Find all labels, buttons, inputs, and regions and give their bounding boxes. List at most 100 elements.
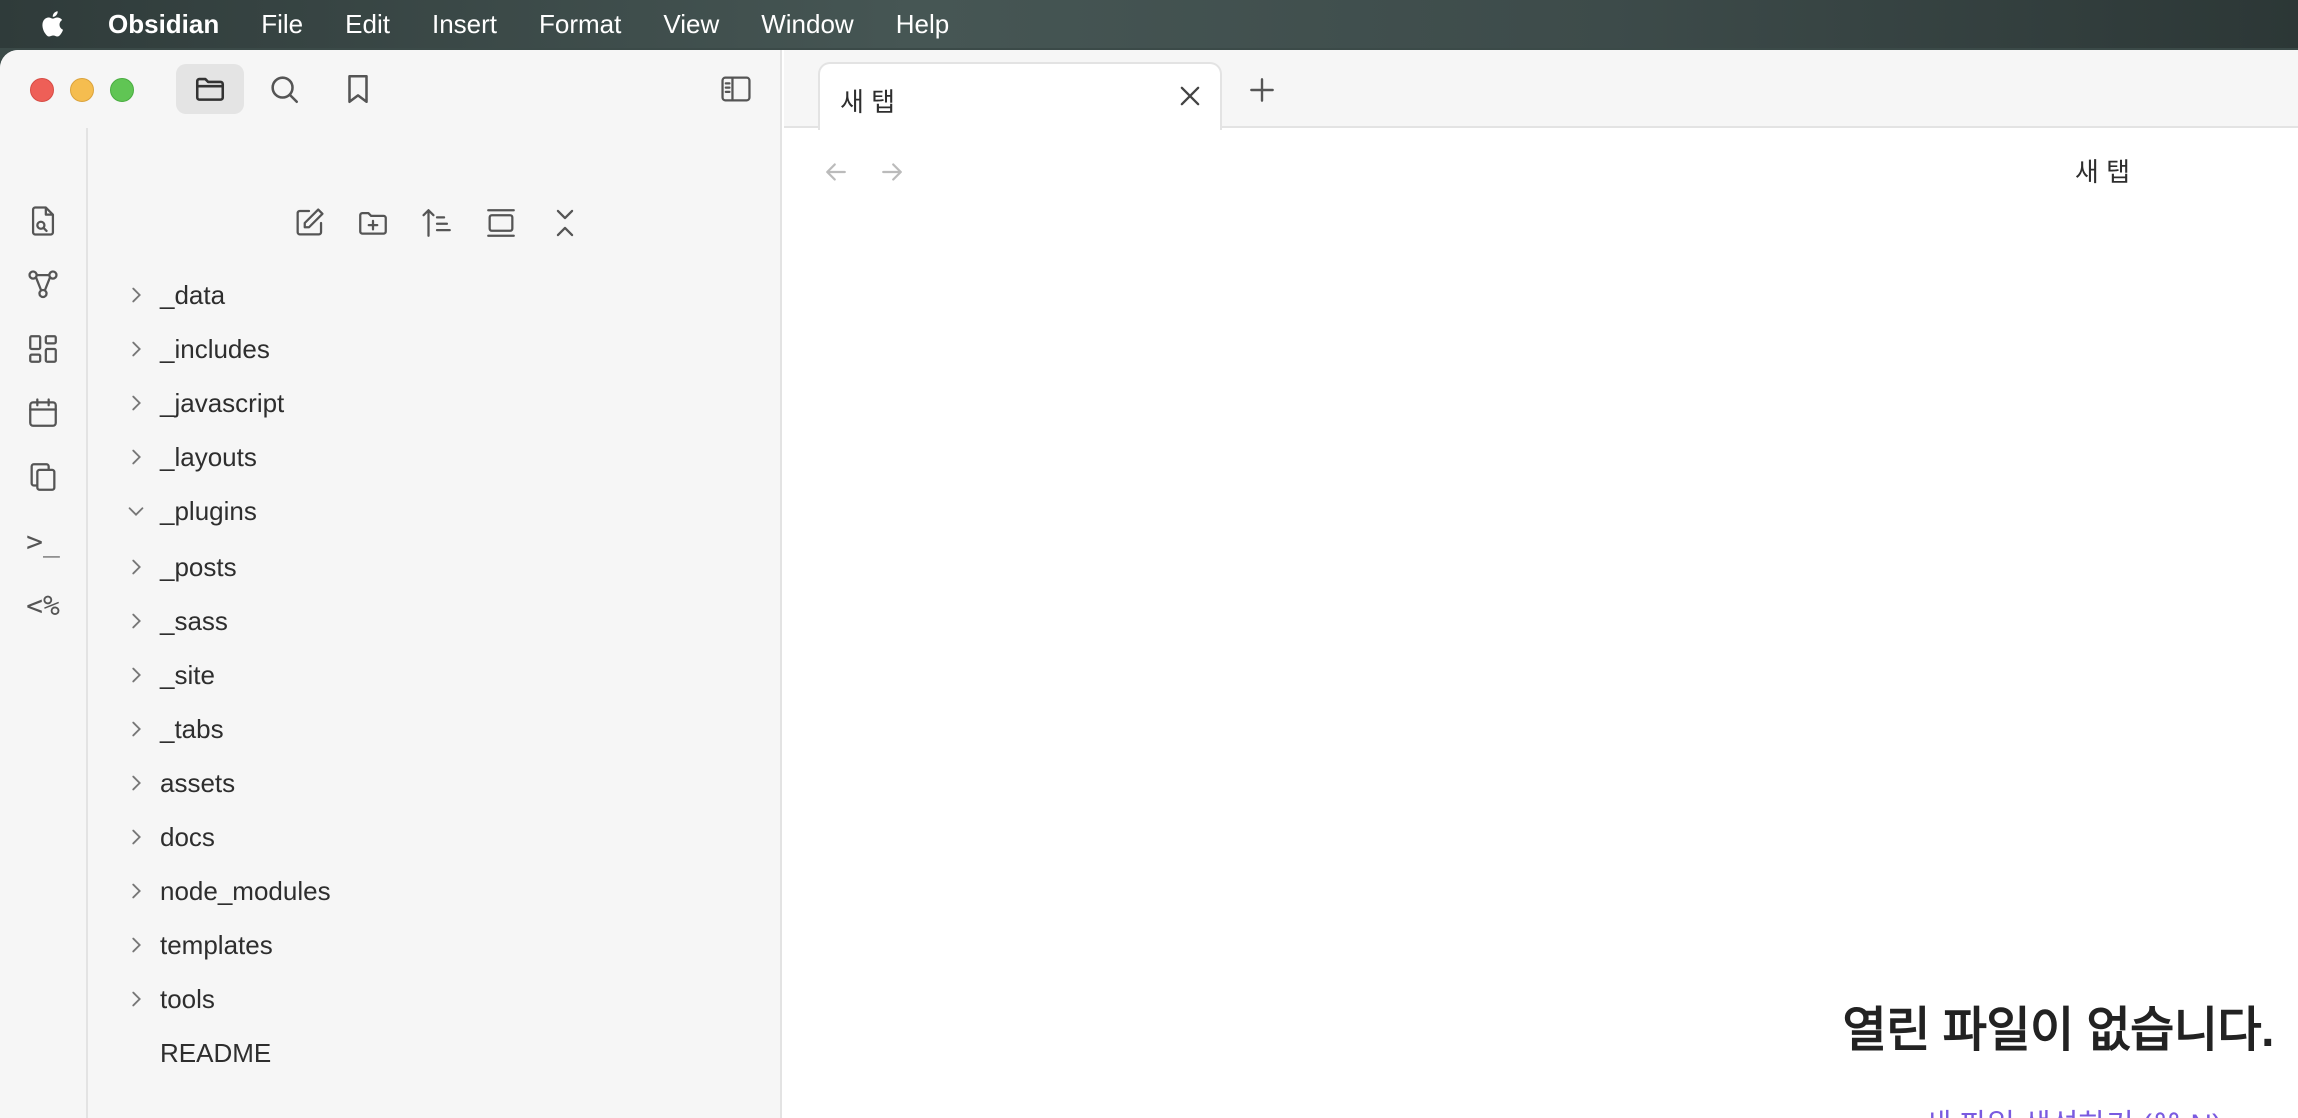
tree-item-label: tools <box>160 983 215 1014</box>
tree-item-label: _data <box>160 279 226 310</box>
file-explorer: _data _includes _javascript _layouts _pl… <box>90 128 780 1118</box>
tree-item-label: _layouts <box>160 441 257 472</box>
bookmarks-tab-button[interactable] <box>324 64 392 114</box>
chevron-down-icon <box>124 499 148 523</box>
sidebar-titlebar <box>0 50 782 128</box>
tree-item-label: README <box>160 1037 272 1068</box>
empty-state-title: 열린 파일이 없습니다. <box>1842 1004 2275 1057</box>
tree-folder-assets[interactable]: assets <box>90 758 780 808</box>
menu-edit[interactable]: Edit <box>345 9 390 40</box>
tab-title: 새 탭 <box>840 87 896 117</box>
tree-item-label: assets <box>160 767 236 798</box>
tree-folder-templates[interactable]: templates <box>90 920 780 970</box>
tree-folder-javascript[interactable]: _javascript <box>90 378 780 428</box>
tree-item-label: templates <box>160 929 273 960</box>
tree-folder-plugins[interactable]: _plugins <box>90 486 780 536</box>
left-sidebar: >_ <% _data _includes _javascript _layou… <box>0 50 782 1118</box>
folder-icon <box>195 77 225 101</box>
copy-icon <box>30 463 56 491</box>
arrow-right-icon <box>882 163 902 181</box>
sort-button[interactable] <box>414 200 460 246</box>
chevron-right-icon <box>124 987 148 1011</box>
zoom-window-button[interactable] <box>110 78 134 102</box>
chevron-right-icon <box>124 933 148 957</box>
auto-reveal-icon <box>487 209 515 237</box>
menu-insert[interactable]: Insert <box>432 9 497 40</box>
apple-icon[interactable] <box>36 6 72 42</box>
templater-button[interactable]: <% <box>20 582 66 628</box>
menu-app-name[interactable]: Obsidian <box>108 9 219 40</box>
tree-item-label: _posts <box>160 551 237 582</box>
tree-folder-node-modules[interactable]: node_modules <box>90 866 780 916</box>
tree-folder-data[interactable]: _data <box>90 270 780 320</box>
terminal-icon: >_ <box>26 524 60 558</box>
close-icon <box>1180 86 1200 106</box>
canvas-icon <box>29 335 57 363</box>
tree-file-readme[interactable]: README <box>90 1028 780 1078</box>
graph-icon <box>28 270 58 299</box>
tree-folder-tools[interactable]: tools <box>90 974 780 1024</box>
tree-folder-includes[interactable]: _includes <box>90 324 780 374</box>
tab-bar: 새 탭 <box>784 50 2298 130</box>
menu-bar: Obsidian File Edit Insert Format View Wi… <box>0 0 2298 48</box>
tab-new-tab[interactable]: 새 탭 <box>818 62 1222 130</box>
app-window: >_ <% _data _includes _javascript _layou… <box>0 50 2298 1118</box>
search-icon <box>271 76 299 104</box>
tree-item-label: docs <box>160 821 215 852</box>
chevron-right-icon <box>124 771 148 795</box>
files-tab-button[interactable] <box>176 64 244 114</box>
new-note-button[interactable] <box>286 200 332 246</box>
calendar-icon <box>29 398 57 427</box>
graph-view-button[interactable] <box>20 262 66 308</box>
chevron-right-icon <box>124 717 148 741</box>
forward-button[interactable] <box>874 154 910 190</box>
close-tab-button[interactable] <box>1174 80 1206 112</box>
chevron-right-icon <box>124 879 148 903</box>
ribbon: >_ <% <box>0 128 88 1118</box>
templates-button[interactable] <box>20 454 66 500</box>
tree-folder-layouts[interactable]: _layouts <box>90 432 780 482</box>
tree-folder-sass[interactable]: _sass <box>90 596 780 646</box>
tree-item-label: _includes <box>160 333 270 364</box>
menu-format[interactable]: Format <box>539 9 621 40</box>
menu-view[interactable]: View <box>663 9 719 40</box>
terminal-button[interactable]: >_ <box>20 518 66 564</box>
collapse-all-icon <box>556 209 574 237</box>
chevron-right-icon <box>124 283 148 307</box>
daily-note-button[interactable] <box>20 390 66 436</box>
new-folder-button[interactable] <box>350 200 396 246</box>
arrow-left-icon <box>826 163 846 181</box>
back-button[interactable] <box>818 154 854 190</box>
close-window-button[interactable] <box>30 78 54 102</box>
bookmark-icon <box>348 74 368 104</box>
tree-item-label: _sass <box>160 605 228 636</box>
new-note-icon <box>296 208 324 236</box>
tree-item-label: _javascript <box>160 387 285 418</box>
templater-icon: <% <box>26 588 60 622</box>
menu-window[interactable]: Window <box>761 9 853 40</box>
chevron-right-icon <box>124 663 148 687</box>
switcher-icon <box>31 206 55 236</box>
auto-reveal-button[interactable] <box>478 200 524 246</box>
chevron-right-icon <box>124 555 148 579</box>
tree-folder-tabs[interactable]: _tabs <box>90 704 780 754</box>
quick-switcher-button[interactable] <box>20 198 66 244</box>
menu-help[interactable]: Help <box>896 9 949 40</box>
minimize-window-button[interactable] <box>70 78 94 102</box>
view-header: 새 탭 <box>784 130 2298 208</box>
tree-item-label: _site <box>160 659 215 690</box>
tree-folder-site[interactable]: _site <box>90 650 780 700</box>
menu-file[interactable]: File <box>261 9 303 40</box>
toggle-sidebar-button[interactable] <box>702 64 770 114</box>
tree-folder-docs[interactable]: docs <box>90 812 780 862</box>
new-tab-button[interactable] <box>1242 70 1282 110</box>
search-tab-button[interactable] <box>250 64 318 114</box>
collapse-all-button[interactable] <box>542 200 588 246</box>
tree-folder-posts[interactable]: _posts <box>90 542 780 592</box>
chevron-right-icon <box>124 337 148 361</box>
tree-item-label: _plugins <box>160 495 257 526</box>
view-title: 새 탭 <box>2074 157 2130 187</box>
create-new-file-link[interactable]: 새 파일 생성하기 (⌘ N) <box>1924 1100 2222 1118</box>
canvas-button[interactable] <box>20 326 66 372</box>
empty-state: 열린 파일이 없습니다. 새 파일 생성하기 (⌘ N) <box>784 210 2298 1118</box>
